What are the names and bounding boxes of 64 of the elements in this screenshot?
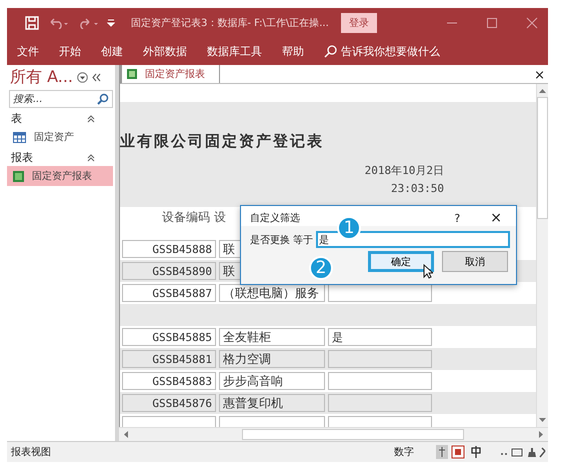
chevron-icon[interactable]: [87, 154, 95, 162]
scroll-right-icon[interactable]: [539, 431, 544, 438]
login-button[interactable]: 登录: [340, 13, 377, 33]
table-cell: 步步高音响: [219, 372, 325, 390]
close-tab-button[interactable]: ×: [534, 68, 548, 83]
report-time: 23:03:50: [391, 182, 444, 195]
scroll-down-icon[interactable]: [539, 418, 546, 423]
document-tab[interactable]: 固定资产报表: [122, 65, 220, 83]
menu-item[interactable]: 数据库工具: [207, 44, 262, 59]
table-cell: GSSB45887: [122, 284, 216, 302]
report-title: 业有限公司固定资产登记表: [120, 132, 324, 151]
menu-item[interactable]: 外部数据: [143, 44, 187, 59]
group-header[interactable]: 报表: [11, 150, 33, 165]
close-icon[interactable]: [526, 17, 538, 29]
table-cell: GSSB45883: [122, 372, 216, 390]
vertical-scrollbar[interactable]: [536, 84, 548, 427]
table-cell: （联想电脑）服务: [219, 284, 325, 302]
customize-dropdown-icon[interactable]: [107, 19, 115, 27]
nav-item[interactable]: 固定资产报表: [7, 166, 113, 186]
menu-item[interactable]: 创建: [101, 44, 123, 59]
cancel-button[interactable]: 取消: [442, 251, 508, 272]
nav-pane-title[interactable]: 所有 A...: [10, 67, 74, 88]
dialog-title: 自定义筛选: [250, 212, 300, 225]
table-cell: GSSB45888: [122, 240, 216, 258]
menu-item[interactable]: 开始: [59, 44, 81, 59]
scroll-up-icon[interactable]: [539, 88, 546, 93]
table-cell: 惠普复印机: [219, 394, 325, 412]
mouse-pointer-icon: [423, 264, 433, 279]
table-cell: 全友鞋柜: [219, 328, 325, 346]
menu-item[interactable]: 帮助: [282, 44, 304, 59]
tell-me-field[interactable]: 告诉我你想要做什么: [341, 44, 440, 59]
report-date: 2018年10月2日: [364, 163, 444, 178]
menu-item[interactable]: 文件: [17, 44, 39, 59]
ok-button[interactable]: 确定: [368, 251, 434, 272]
report-icon: [13, 170, 24, 182]
search-icon[interactable]: [324, 45, 337, 58]
report-icon: [127, 69, 137, 79]
scroll-left-icon[interactable]: [123, 431, 128, 438]
close-button[interactable]: ×: [490, 210, 502, 226]
table-cell: GSSB45881: [122, 350, 216, 368]
maximize-icon[interactable]: [486, 17, 498, 29]
dropdown-icon[interactable]: [77, 72, 88, 83]
collapse-icon[interactable]: [92, 73, 102, 82]
column-header: 设备编码: [162, 209, 210, 226]
table-cell: 格力空调: [219, 350, 325, 368]
table-cell: GSSB45890: [122, 262, 216, 280]
chevron-icon[interactable]: [87, 114, 95, 122]
table-cell: GSSB45885: [122, 328, 216, 346]
horizontal-scrollbar[interactable]: [119, 427, 548, 441]
column-header: 设: [214, 209, 226, 226]
table-cell: 是: [328, 328, 432, 346]
view-status: 报表视图: [11, 446, 51, 459]
table-icon: [13, 132, 26, 142]
save-icon[interactable]: [25, 16, 39, 30]
numlock-status: 数字: [394, 446, 414, 459]
group-header[interactable]: 表: [11, 111, 22, 126]
window-title: 固定资产登记表3：数据库- F:\工作\正在操...: [131, 16, 329, 30]
nav-item[interactable]: 固定资产: [7, 127, 113, 147]
help-button[interactable]: ?: [454, 212, 460, 224]
search-icon[interactable]: [97, 93, 109, 105]
search-box[interactable]: 搜索...: [9, 90, 113, 108]
table-cell: GSSB45876: [122, 394, 216, 412]
ime-toolbar-drawing[interactable]: [436, 445, 546, 459]
step-marker: 2: [309, 256, 333, 280]
